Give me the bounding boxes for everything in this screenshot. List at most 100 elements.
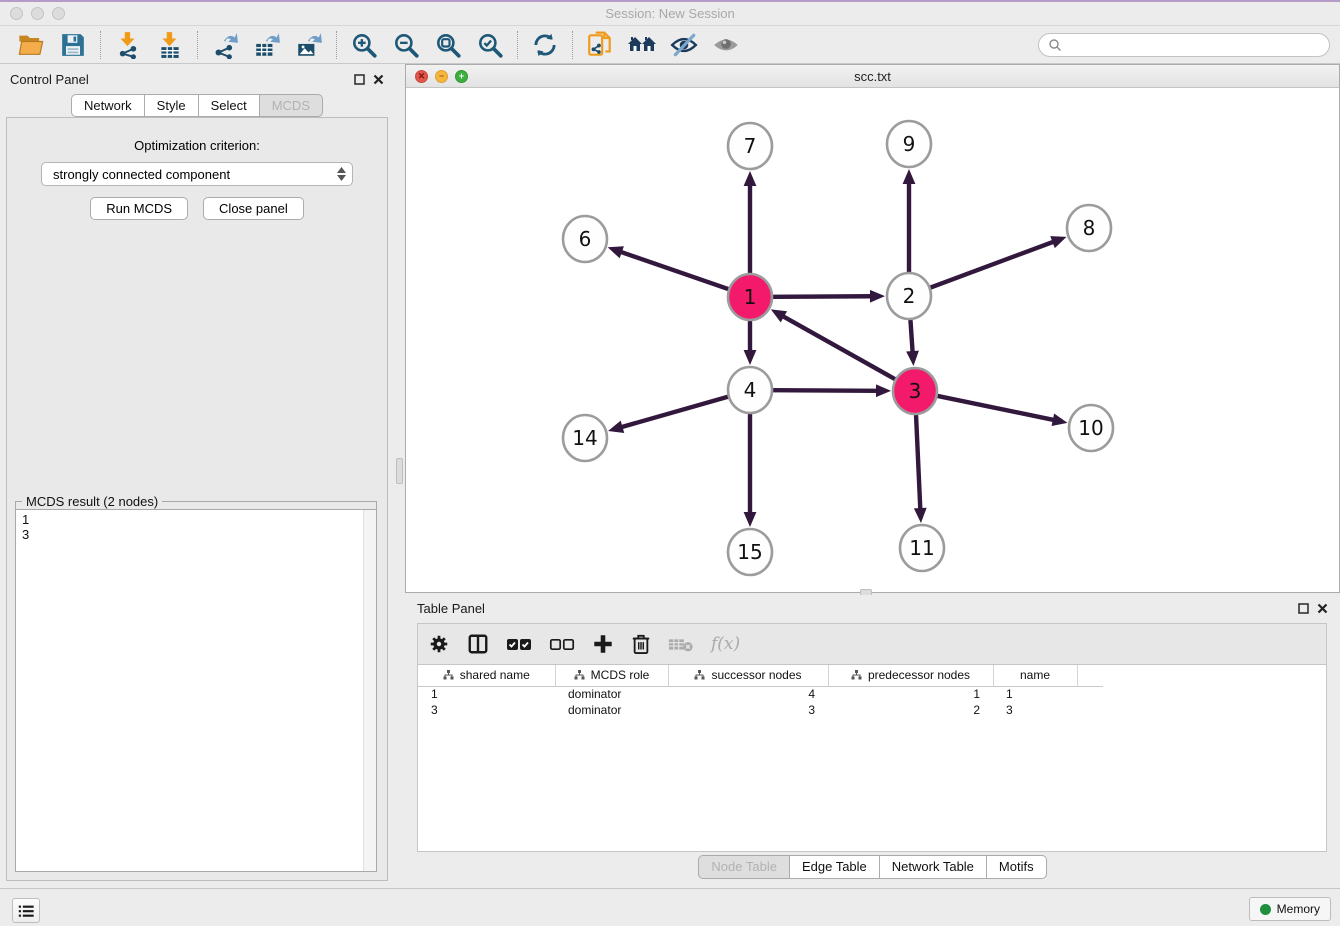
column-header-predecessor-nodes[interactable]: predecessor nodes [828, 665, 993, 686]
delete-table-icon[interactable] [668, 635, 694, 653]
edge-3-1[interactable] [782, 316, 895, 379]
hierarchy-icon [574, 670, 585, 680]
memory-status-icon [1260, 904, 1271, 915]
refresh-icon[interactable] [524, 29, 566, 61]
control-panel-tabs: NetworkStyleSelectMCDS [0, 94, 394, 117]
table-cell[interactable]: 3 [418, 702, 555, 718]
table-cell[interactable]: 1 [418, 686, 555, 702]
tab-motifs[interactable]: Motifs [987, 855, 1047, 879]
column-header-MCDS-role[interactable]: MCDS role [555, 665, 668, 686]
edge-4-3[interactable] [773, 390, 878, 391]
node-table[interactable]: shared nameMCDS rolesuccessor nodesprede… [418, 665, 1103, 718]
memory-button[interactable]: Memory [1249, 897, 1331, 921]
clone-network-icon[interactable] [579, 29, 621, 61]
column-header-name[interactable]: name [993, 665, 1077, 686]
edge-3-11[interactable] [916, 415, 920, 510]
node-label: 3 [909, 379, 922, 403]
network-graph[interactable]: 7 9 6 8 1 2 4 3 14 10 15 11 [406, 88, 1339, 592]
split-columns-icon[interactable] [467, 633, 489, 655]
tab-network[interactable]: Network [71, 94, 145, 117]
hierarchy-icon [851, 670, 862, 680]
tab-edge-table[interactable]: Edge Table [790, 855, 880, 879]
close-table-panel-icon[interactable] [1317, 603, 1328, 614]
gear-icon[interactable] [428, 633, 450, 655]
open-file-icon[interactable] [10, 29, 52, 61]
graph-node-9[interactable]: 9 [887, 121, 931, 167]
task-history-button[interactable] [12, 898, 40, 923]
edge-1-2[interactable] [773, 296, 872, 297]
float-table-panel-icon[interactable] [1298, 603, 1309, 614]
table-cell[interactable]: 2 [828, 702, 993, 718]
graph-node-11[interactable]: 11 [900, 525, 944, 571]
delete-columns-icon[interactable] [631, 633, 651, 655]
import-network-icon[interactable] [107, 29, 149, 61]
export-table-icon[interactable] [246, 29, 288, 61]
close-panel-button[interactable]: Close panel [203, 197, 304, 220]
table-cell[interactable]: 1 [828, 686, 993, 702]
add-column-icon[interactable] [592, 633, 614, 655]
mcds-panel: Optimization criterion: strongly connect… [6, 117, 388, 881]
import-table-icon[interactable] [149, 29, 191, 61]
tab-select[interactable]: Select [199, 94, 260, 117]
graph-node-6[interactable]: 6 [563, 216, 607, 262]
function-builder-icon[interactable]: f(x) [711, 634, 740, 654]
tab-style[interactable]: Style [145, 94, 199, 117]
home-icon[interactable] [621, 29, 663, 61]
float-panel-icon[interactable] [354, 74, 365, 85]
tab-node-table[interactable]: Node Table [698, 855, 790, 879]
graph-node-4[interactable]: 4 [728, 367, 772, 413]
export-image-icon[interactable] [288, 29, 330, 61]
export-network-icon[interactable] [204, 29, 246, 61]
mcds-result-text[interactable]: 1 3 [16, 510, 363, 871]
network-canvas[interactable]: 7 9 6 8 1 2 4 3 14 10 15 11 [406, 88, 1339, 592]
save-session-icon[interactable] [52, 29, 94, 61]
graph-node-8[interactable]: 8 [1067, 205, 1111, 251]
vertical-splitter-handle[interactable] [396, 458, 403, 484]
table-cell[interactable]: dominator [555, 702, 668, 718]
edge-2-8[interactable] [931, 241, 1055, 287]
tab-mcds[interactable]: MCDS [260, 94, 323, 117]
toolbar-separator [197, 31, 198, 59]
optimization-criterion-label: Optimization criterion: [7, 138, 387, 153]
control-panel: Control Panel NetworkStyleSelectMCDS Opt… [0, 64, 394, 888]
node-label: 6 [579, 227, 592, 251]
graph-node-7[interactable]: 7 [728, 123, 772, 169]
graph-node-3[interactable]: 3 [893, 368, 937, 414]
deselect-all-checkboxes-icon[interactable] [549, 636, 575, 652]
network-window-titlebar[interactable]: ✕ − + scc.txt [406, 65, 1339, 88]
edge-3-10[interactable] [938, 396, 1055, 420]
zoom-out-icon[interactable] [385, 29, 427, 61]
table-cell[interactable]: 4 [668, 686, 828, 702]
table-row[interactable]: 1dominator411 [418, 686, 1103, 702]
edge-4-14[interactable] [621, 397, 728, 428]
hide-graphics-details-icon[interactable] [663, 29, 705, 61]
result-scrollbar[interactable] [363, 510, 376, 871]
zoom-in-icon[interactable] [343, 29, 385, 61]
table-cell[interactable]: 3 [993, 702, 1077, 718]
graph-node-1[interactable]: 1 [728, 274, 772, 320]
arrowhead-1-2 [870, 290, 885, 303]
zoom-selected-icon[interactable] [469, 29, 511, 61]
tab-network-table[interactable]: Network Table [880, 855, 987, 879]
search-input[interactable] [1067, 38, 1320, 52]
select-all-checkboxes-icon[interactable] [506, 636, 532, 652]
close-panel-icon[interactable] [373, 74, 384, 85]
table-cell[interactable]: 1 [993, 686, 1077, 702]
show-graphics-details-icon[interactable] [705, 29, 747, 61]
edge-2-3[interactable] [910, 320, 912, 353]
graph-node-14[interactable]: 14 [563, 415, 607, 461]
table-cell[interactable]: 3 [668, 702, 828, 718]
arrowhead-2-3 [906, 351, 919, 366]
search-field[interactable] [1038, 33, 1330, 57]
column-header-successor-nodes[interactable]: successor nodes [668, 665, 828, 686]
run-mcds-button[interactable]: Run MCDS [90, 197, 188, 220]
criterion-select[interactable]: strongly connected component [41, 162, 353, 186]
edge-1-6[interactable] [620, 252, 728, 289]
table-cell[interactable]: dominator [555, 686, 668, 702]
graph-node-15[interactable]: 15 [728, 529, 772, 575]
graph-node-2[interactable]: 2 [887, 273, 931, 319]
graph-node-10[interactable]: 10 [1069, 405, 1113, 451]
zoom-fit-icon[interactable] [427, 29, 469, 61]
column-header-shared-name[interactable]: shared name [418, 665, 555, 686]
table-row[interactable]: 3dominator323 [418, 702, 1103, 718]
